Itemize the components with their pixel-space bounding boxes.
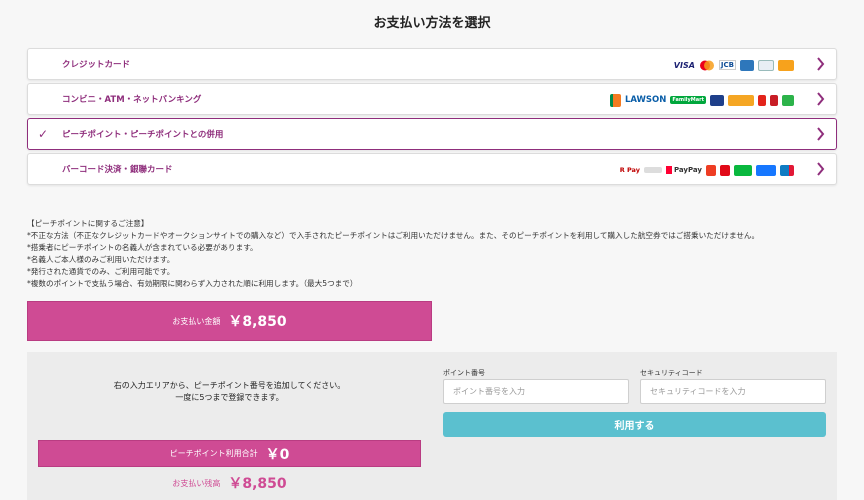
- seven-eleven-icon: [609, 93, 621, 107]
- panel-instructions: 右の入力エリアから、ピーチポイント番号を追加してください。 一度に5つまで登録で…: [27, 380, 432, 404]
- method-label: バーコード決済・銀聯カード: [62, 165, 173, 175]
- barcode-logos: R Pay PayPay: [620, 162, 794, 178]
- daily-yamazaki-icon: [758, 94, 766, 106]
- au-pay-icon: [706, 164, 716, 176]
- point-number-input[interactable]: [443, 379, 629, 404]
- method-credit-card[interactable]: クレジットカード VISA JCB: [27, 48, 837, 80]
- page-title: お支払い方法を選択: [373, 16, 491, 31]
- note-line: *不正な方法（不正なクレジットカードやオークションサイトでの購入など）で入手され…: [27, 231, 760, 240]
- payment-total: お支払い金額 ￥8,850: [27, 301, 432, 341]
- rakuten-pay-logo: R Pay: [619, 166, 640, 174]
- use-points-button[interactable]: 利用する: [443, 412, 826, 437]
- subtotal-amount: ￥0: [265, 446, 290, 463]
- method-convenience-store[interactable]: コンビニ・ATM・ネットバンキング LAWSON FamilyMart: [27, 83, 837, 115]
- note-line: *名義人ご本人様のみご利用いただけます。: [27, 255, 175, 264]
- amex-icon: [740, 59, 754, 71]
- jcb-logo: JCB: [718, 60, 736, 70]
- security-code-input[interactable]: [640, 379, 826, 404]
- remaining-amount: ￥8,850: [228, 476, 287, 492]
- wechat-pay-icon: [734, 164, 752, 176]
- method-label: クレジットカード: [62, 60, 131, 70]
- instruction-line: 一度に5つまで登録できます。: [175, 393, 284, 402]
- visa-logo: VISA: [673, 60, 695, 70]
- paypay-logo: PayPay: [665, 166, 702, 174]
- note-line: *複数のポイントで支払う場合、有効期限に関わらず入力された順に利用します。（最大…: [27, 279, 358, 288]
- chevron-right-icon: [817, 162, 825, 176]
- seicomart-icon: [728, 94, 754, 106]
- security-code-label: セキュリティコード: [640, 369, 703, 377]
- method-peach-point[interactable]: ✓ ピーチポイント・ピーチポイントとの併用: [27, 118, 837, 150]
- diners-icon: [758, 59, 774, 71]
- check-icon: ✓: [38, 127, 49, 141]
- subtotal-caption: ピーチポイント利用合計: [169, 449, 258, 458]
- peach-point-notes: 【ピーチポイントに関するご注意】 *不正な方法（不正なクレジットカードやオークシ…: [27, 218, 759, 290]
- note-line: *発行された通貨でのみ、ご利用可能です。: [27, 267, 175, 276]
- method-label: ピーチポイント・ピーチポイントとの併用: [62, 130, 224, 140]
- unionpay-icon: [780, 164, 794, 176]
- ministop-icon: [710, 94, 724, 106]
- dailystore-icon: [770, 94, 778, 106]
- lawson-logo: LAWSON: [624, 95, 667, 105]
- peach-point-panel: 右の入力エリアから、ピーチポイント番号を追加してください。 一度に5つまで登録で…: [27, 352, 837, 500]
- method-barcode[interactable]: バーコード決済・銀聯カード R Pay PayPay: [27, 153, 837, 185]
- point-number-label: ポイント番号: [443, 369, 485, 377]
- remaining-caption: お支払い残高: [172, 478, 221, 488]
- mastercard-icon: [699, 60, 714, 70]
- method-label: コンビニ・ATM・ネットバンキング: [62, 95, 202, 105]
- total-caption: お支払い金額: [172, 316, 221, 326]
- remaining-balance: お支払い残高 ￥8,850: [27, 473, 432, 493]
- alipay-icon: [756, 164, 776, 176]
- merpay-icon: [643, 167, 662, 173]
- notes-heading: 【ピーチポイントに関するご注意】: [27, 219, 149, 228]
- point-usage-total: ピーチポイント利用合計 ￥0: [38, 440, 421, 467]
- familymart-logo: FamilyMart: [670, 96, 706, 104]
- payment-method-list: クレジットカード VISA JCB コンビニ・ATM・ネットバンキング LAWS…: [27, 48, 837, 188]
- d-barai-icon: [720, 164, 730, 176]
- store-logos: LAWSON FamilyMart: [609, 92, 794, 108]
- total-amount: ￥8,850: [228, 314, 287, 330]
- card-logos: VISA JCB: [674, 57, 794, 73]
- discover-icon: [778, 59, 794, 71]
- instruction-line: 右の入力エリアから、ピーチポイント番号を追加してください。: [113, 381, 346, 390]
- chevron-right-icon: [817, 92, 825, 106]
- pay-easy-icon: [782, 94, 794, 106]
- note-line: *搭乗者にピーチポイントの名義人が含まれている必要があります。: [27, 243, 258, 252]
- chevron-right-icon: [817, 127, 825, 141]
- chevron-right-icon: [817, 57, 825, 71]
